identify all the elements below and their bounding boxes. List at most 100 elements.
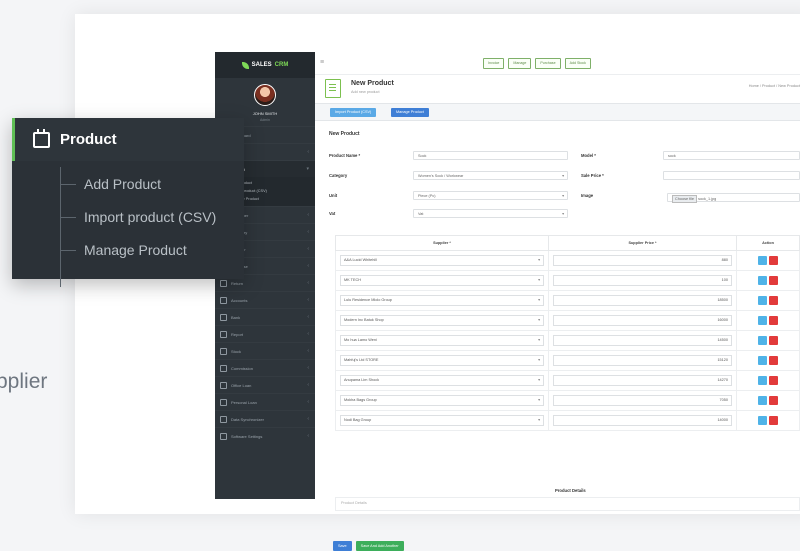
supplier-select[interactable]: Lulu Residence Mlolo Group ▾ bbox=[340, 295, 544, 306]
supplier-select[interactable]: Mokha Bags Group ▾ bbox=[340, 395, 544, 406]
callout-item-manage-product[interactable]: Manage Product bbox=[12, 234, 244, 267]
supplier-select[interactable]: A&A Lucid Whitehill ▾ bbox=[340, 255, 544, 266]
sidebar-item-office-loan[interactable]: Office Loan ‹ bbox=[215, 376, 315, 393]
manage-product-button[interactable]: Manage Product bbox=[391, 108, 429, 117]
image-file-input[interactable]: Choose file sock_1.jpg bbox=[667, 193, 800, 203]
sidebar-item-software-settings[interactable]: Software Settings ‹ bbox=[215, 427, 315, 444]
add-row-button[interactable] bbox=[758, 316, 767, 325]
quick-invoice-button[interactable]: Invoice bbox=[483, 58, 505, 69]
chevron-down-icon: ▾ bbox=[306, 166, 309, 172]
supplier-select[interactable]: Mo hua Lamo Weni ▾ bbox=[340, 335, 544, 346]
menu-icon bbox=[220, 347, 227, 355]
supplier-name: Mokha Bags Group bbox=[344, 398, 377, 402]
supplier-price-field[interactable]: 18500 bbox=[553, 295, 732, 306]
supplier-name: Nodi Bag Group bbox=[344, 418, 372, 422]
add-row-button[interactable] bbox=[758, 416, 767, 425]
background-text: pplier bbox=[0, 370, 48, 393]
import-product-button[interactable]: Import Product (CSV) bbox=[330, 108, 377, 117]
delete-row-button[interactable] bbox=[769, 416, 778, 425]
supplier-select[interactable]: Nodi Bag Group ▾ bbox=[340, 415, 544, 426]
sidebar-item-label: Personal Loan bbox=[231, 399, 257, 405]
model-field[interactable]: sock bbox=[663, 151, 800, 160]
product-name-field[interactable]: Sock bbox=[413, 151, 568, 160]
product-details-textarea[interactable]: Product Details bbox=[335, 497, 800, 511]
supplier-select[interactable]: Modern Inc Batuk Shop ▾ bbox=[340, 315, 544, 326]
add-row-button[interactable] bbox=[758, 396, 767, 405]
sidebar-item-label: Data Synchronizer bbox=[231, 416, 264, 422]
delete-row-button[interactable] bbox=[769, 296, 778, 305]
add-row-button[interactable] bbox=[758, 256, 767, 265]
delete-row-button[interactable] bbox=[769, 376, 778, 385]
leaf-icon bbox=[241, 61, 249, 69]
supplier-price-field[interactable]: 14270 bbox=[553, 375, 732, 386]
supplier-price-field[interactable]: 16000 bbox=[553, 315, 732, 326]
chevron-left-icon: ‹ bbox=[307, 212, 309, 218]
category-select[interactable]: Women's Sock / Workwear ▾ bbox=[413, 171, 568, 180]
avatar[interactable] bbox=[254, 84, 276, 106]
menu-toggle-icon[interactable]: ≡ bbox=[320, 59, 324, 66]
quick-stock-button[interactable]: Add Stock bbox=[564, 58, 591, 69]
supplier-price-field[interactable]: 14500 bbox=[553, 335, 732, 346]
sidebar-item-bank[interactable]: Bank ‹ bbox=[215, 308, 315, 325]
sale-price-label: Sale Price * bbox=[581, 173, 604, 178]
supplier-price-field[interactable]: 14000 bbox=[553, 415, 732, 426]
delete-row-button[interactable] bbox=[769, 336, 778, 345]
action-cell bbox=[736, 270, 800, 291]
supplier-cell: MK TECH ▾ bbox=[335, 270, 549, 291]
sidebar-item-personal-loan[interactable]: Personal Loan ‹ bbox=[215, 393, 315, 410]
unit-select[interactable]: Piece (Pc) ▾ bbox=[413, 191, 568, 200]
menu-icon bbox=[220, 381, 227, 389]
delete-row-button[interactable] bbox=[769, 356, 778, 365]
table-row: Mahfuj's Ltd STORE ▾ 15120 bbox=[335, 350, 800, 371]
chevron-left-icon: ‹ bbox=[307, 149, 309, 155]
quick-manage-button[interactable]: Manage bbox=[508, 58, 532, 69]
supplier-price-field[interactable]: 880 bbox=[553, 255, 732, 266]
sidebar-item-commission[interactable]: Commission ‹ bbox=[215, 359, 315, 376]
chevron-left-icon: ‹ bbox=[307, 229, 309, 235]
supplier-price-field[interactable]: 15120 bbox=[553, 355, 732, 366]
app-logo[interactable]: SALES CRM bbox=[215, 52, 315, 78]
file-name: sock_1.jpg bbox=[698, 197, 717, 201]
chevron-down-icon: ▾ bbox=[562, 174, 564, 178]
delete-row-button[interactable] bbox=[769, 276, 778, 285]
add-row-button[interactable] bbox=[758, 376, 767, 385]
quick-buttons: Invoice Manage Purchase Add Stock bbox=[483, 58, 591, 69]
sidebar-item-accounts[interactable]: Accounts ‹ bbox=[215, 291, 315, 308]
supplier-select[interactable]: Anupama Lim Shock ▾ bbox=[340, 375, 544, 386]
add-row-button[interactable] bbox=[758, 336, 767, 345]
chevron-left-icon: ‹ bbox=[307, 382, 309, 388]
supplier-select[interactable]: Mahfuj's Ltd STORE ▾ bbox=[340, 355, 544, 366]
choose-file-button[interactable]: Choose file bbox=[672, 195, 697, 203]
save-button[interactable]: Save bbox=[333, 541, 352, 551]
add-row-button[interactable] bbox=[758, 296, 767, 305]
table-row: Mokha Bags Group ▾ 7050 bbox=[335, 390, 800, 411]
chevron-down-icon: ▾ bbox=[538, 278, 540, 282]
chevron-down-icon: ▾ bbox=[538, 298, 540, 302]
breadcrumb[interactable]: Home / Product / New Product bbox=[749, 84, 800, 88]
supplier-table-body: A&A Lucid Whitehill ▾ 880 MK TECH ▾ 100 Lulu R… bbox=[335, 250, 800, 431]
delete-row-button[interactable] bbox=[769, 396, 778, 405]
callout-title: Product bbox=[60, 131, 117, 148]
sidebar-item-label: Commission bbox=[231, 365, 254, 371]
add-row-button[interactable] bbox=[758, 276, 767, 285]
sale-price-field[interactable] bbox=[663, 171, 800, 180]
quick-purchase-button[interactable]: Purchase bbox=[535, 58, 561, 69]
sidebar-item-data-synchronizer[interactable]: Data Synchronizer ‹ bbox=[215, 410, 315, 427]
product-name-label: Product Name * bbox=[329, 153, 361, 158]
delete-row-button[interactable] bbox=[769, 316, 778, 325]
delete-row-button[interactable] bbox=[769, 256, 778, 265]
supplier-name: Lulu Residence Mlolo Group bbox=[344, 298, 392, 302]
vat-select[interactable]: Vat ▾ bbox=[413, 209, 568, 218]
sidebar-item-stock[interactable]: Stock ‹ bbox=[215, 342, 315, 359]
callout-item-import-product[interactable]: Import product (CSV) bbox=[12, 201, 244, 234]
sidebar-item-report[interactable]: Report ‹ bbox=[215, 325, 315, 342]
callout-item-add-product[interactable]: Add Product bbox=[12, 168, 244, 201]
add-row-button[interactable] bbox=[758, 356, 767, 365]
callout-header[interactable]: Product bbox=[12, 118, 244, 161]
supplier-select[interactable]: MK TECH ▾ bbox=[340, 275, 544, 286]
chevron-left-icon: ‹ bbox=[307, 416, 309, 422]
supplier-price-field[interactable]: 100 bbox=[553, 275, 732, 286]
menu-icon bbox=[220, 330, 227, 338]
save-and-add-another-button[interactable]: Save And Add Another bbox=[355, 541, 404, 551]
supplier-price-field[interactable]: 7050 bbox=[553, 395, 732, 406]
